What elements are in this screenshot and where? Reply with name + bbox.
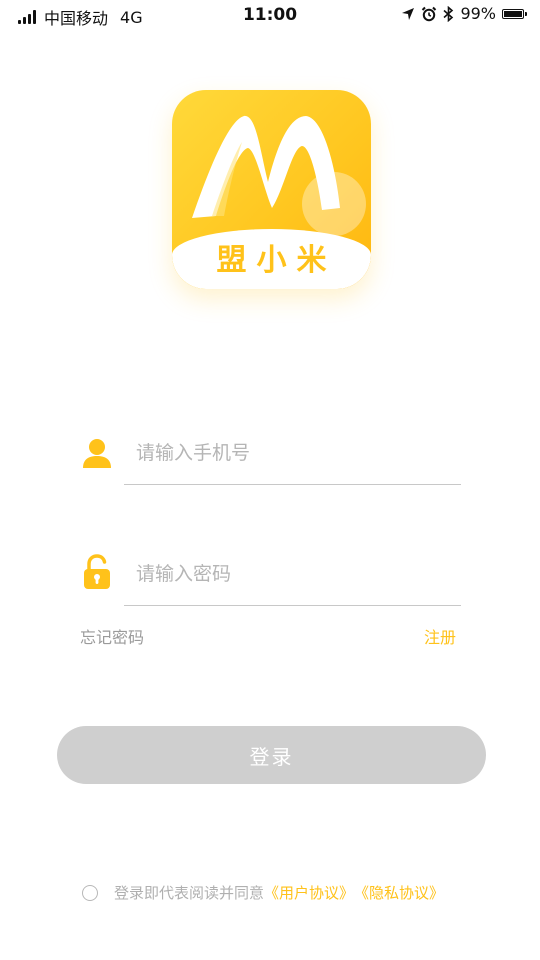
login-button[interactable]: 登录 [57,726,486,784]
password-field-row [80,551,462,611]
battery-fill [504,10,522,17]
forgot-password-link[interactable]: 忘记密码 [80,624,144,648]
password-underline [124,605,461,606]
app-logo: 盟小米 [172,90,371,289]
agreement-text: 登录即代表阅读并同意 [114,884,265,902]
lock-icon [80,554,114,589]
user-agreement-link[interactable]: 《用户协议》 [264,882,354,903]
logo-text: 盟小米 [216,243,337,278]
status-bar: 中国移动 4G 11:00 99% [0,0,540,30]
bluetooth-icon [443,5,454,22]
register-link[interactable]: 注册 [424,624,456,648]
password-input[interactable] [126,551,460,597]
battery-icon [502,8,527,19]
login-screen: 中国移动 4G 11:00 99% 盟小米 请输入手机号 忘记密码 注册 登录 … [0,0,540,960]
phone-input[interactable] [126,430,460,476]
status-right: 99% [401,4,527,23]
location-icon [401,7,415,21]
battery-percentage: 99% [460,4,496,23]
agreement-row: 登录即代表阅读并同意 《用户协议》 《隐私协议》 [82,882,444,903]
logo-band: 盟小米 [172,229,371,289]
user-icon [80,436,114,470]
privacy-agreement-link[interactable]: 《隐私协议》 [354,882,444,903]
phone-field-row [80,430,462,490]
alarm-icon [421,6,437,22]
phone-underline [124,484,461,485]
agreement-checkbox[interactable] [82,884,98,901]
